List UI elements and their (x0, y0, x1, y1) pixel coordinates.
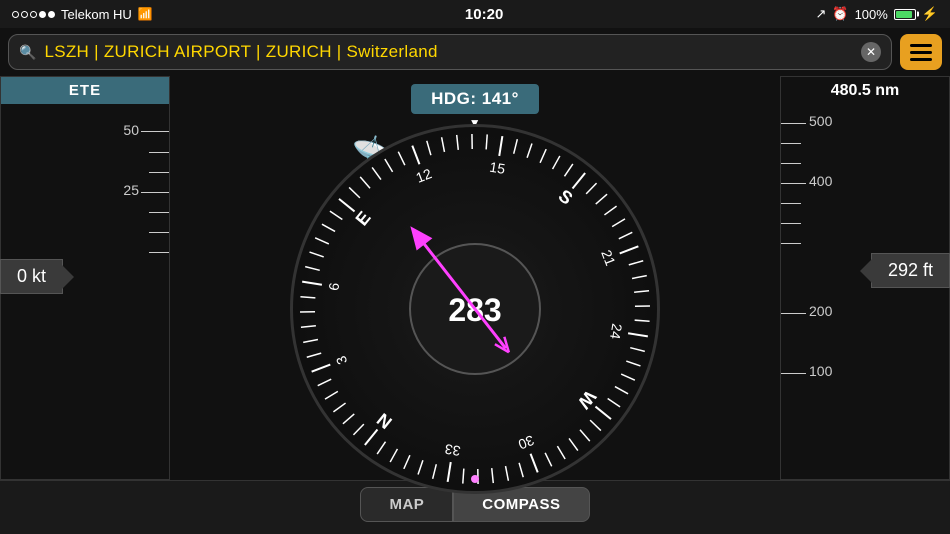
svg-text:15: 15 (488, 159, 506, 177)
svg-text:24: 24 (607, 322, 625, 340)
compass-svg: N 3 6 E (290, 124, 660, 494)
svg-text:30: 30 (516, 432, 536, 453)
search-input-container[interactable]: 🔍 LSZH | ZURICH AIRPORT | ZURICH | Switz… (8, 34, 892, 70)
svg-text:12: 12 (414, 165, 434, 186)
main-content: ETE 50 25 0 kt HDG: 141° 📡 (0, 76, 950, 480)
carrier-name: Telekom HU (61, 7, 132, 22)
ete-value: 0 kt (17, 266, 46, 287)
distance-header: 480.5 nm (781, 77, 949, 105)
scale-tick-380 (781, 203, 801, 204)
scale-tick-340 (781, 243, 801, 244)
battery-fill (896, 11, 912, 18)
scale-tick-40 (149, 172, 169, 173)
status-time: 10:20 (465, 6, 503, 23)
altitude-value: 292 ft (888, 260, 933, 281)
compass-area: HDG: 141° 📡 (170, 76, 780, 480)
location-icon: ↗ (815, 6, 826, 22)
scale-tick-400 (781, 183, 806, 184)
signal-dot-1 (12, 11, 19, 18)
svg-text:W: W (574, 387, 600, 413)
wifi-icon: 📶 (138, 7, 153, 21)
status-right: ↗ ⏰ 100% ⚡ (815, 6, 938, 22)
scale-label-500: 500 (809, 113, 832, 129)
signal-dot-4 (39, 11, 46, 18)
status-bar: Telekom HU 📶 10:20 ↗ ⏰ 100% ⚡ (0, 0, 950, 28)
battery-container (894, 9, 916, 20)
battery-icon (894, 9, 916, 20)
scale-tick-490 (781, 143, 801, 144)
left-panel: ETE 50 25 0 kt (0, 76, 170, 480)
signal-dot-5 (48, 11, 55, 18)
scale-label-25: 25 (123, 182, 139, 198)
ham-line-1 (910, 44, 932, 47)
scale-tick-500 (781, 123, 806, 124)
scale-tick-50 (141, 131, 169, 132)
svg-text:6: 6 (325, 281, 342, 291)
search-icon: 🔍 (19, 44, 36, 61)
hdg-display: HDG: 141° (411, 84, 539, 114)
scale-tick-15 (149, 232, 169, 233)
ham-line-3 (910, 58, 932, 61)
hamburger-button[interactable] (900, 34, 942, 70)
scale-label-50: 50 (123, 122, 139, 138)
scale-tick-20 (149, 212, 169, 213)
scale-tick-10 (149, 252, 169, 253)
distance-scale: 500 400 292 ft 200 100 (781, 105, 949, 479)
clear-button[interactable]: ✕ (861, 42, 881, 62)
scale-label-200: 200 (809, 303, 832, 319)
signal-dot-2 (21, 11, 28, 18)
svg-text:3: 3 (333, 354, 351, 367)
status-left: Telekom HU 📶 (12, 7, 153, 22)
scale-tick-480 (781, 163, 801, 164)
ete-scale: 50 25 0 kt (1, 104, 169, 479)
scale-label-100: 100 (809, 363, 832, 379)
svg-text:33: 33 (443, 441, 461, 459)
scale-label-400: 400 (809, 173, 832, 189)
scale-tick-360 (781, 223, 801, 224)
ete-header: ETE (1, 77, 169, 104)
compass-wrapper: N 3 6 E (290, 124, 660, 480)
signal-dots (12, 11, 55, 18)
battery-percent: 100% (855, 7, 888, 22)
signal-dot-3 (30, 11, 37, 18)
right-panel: 480.5 nm 500 400 292 ft 200 100 (780, 76, 950, 480)
svg-text:21: 21 (598, 248, 619, 268)
ham-line-2 (910, 51, 932, 54)
search-bar: 🔍 LSZH | ZURICH AIRPORT | ZURICH | Switz… (0, 28, 950, 76)
ete-value-box: 0 kt (0, 259, 63, 294)
alarm-icon: ⏰ (832, 6, 848, 22)
lightning-icon: ⚡ (922, 6, 938, 22)
search-text: LSZH | ZURICH AIRPORT | ZURICH | Switzer… (44, 42, 853, 62)
scale-tick-200 (781, 313, 806, 314)
altitude-value-box: 292 ft (871, 253, 950, 288)
scale-tick-45 (149, 152, 169, 153)
scale-tick-100 (781, 373, 806, 374)
scale-tick-25 (141, 192, 169, 193)
